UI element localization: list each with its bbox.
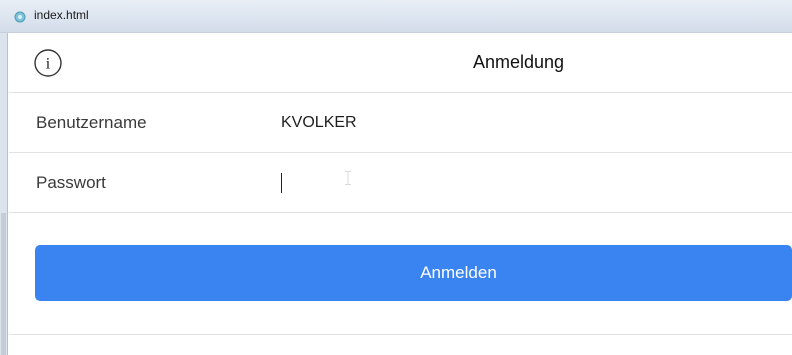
login-page: i Anmeldung Benutzername Passwort Anmeld… xyxy=(9,33,792,355)
text-caret xyxy=(281,173,282,193)
page-icon xyxy=(14,10,26,23)
app-window: index.html i Anmeldung Benutzername Pass… xyxy=(0,0,792,355)
username-input[interactable] xyxy=(279,103,783,143)
password-label: Passwort xyxy=(36,173,106,192)
password-row: Passwort xyxy=(9,153,792,213)
password-input[interactable] xyxy=(279,163,783,203)
ibeam-cursor-icon xyxy=(345,171,351,185)
window-titlebar: index.html xyxy=(0,0,792,33)
tab-title: index.html xyxy=(34,8,89,22)
username-label: Benutzername xyxy=(36,113,147,132)
username-row: Benutzername xyxy=(9,93,792,153)
divider xyxy=(9,334,792,335)
login-button[interactable]: Anmelden xyxy=(35,245,792,301)
left-frame-scrollbar[interactable] xyxy=(0,33,8,355)
page-title: Anmeldung xyxy=(472,52,565,72)
scrollbar-thumb[interactable] xyxy=(1,213,6,355)
page-header: i Anmeldung xyxy=(9,33,792,93)
